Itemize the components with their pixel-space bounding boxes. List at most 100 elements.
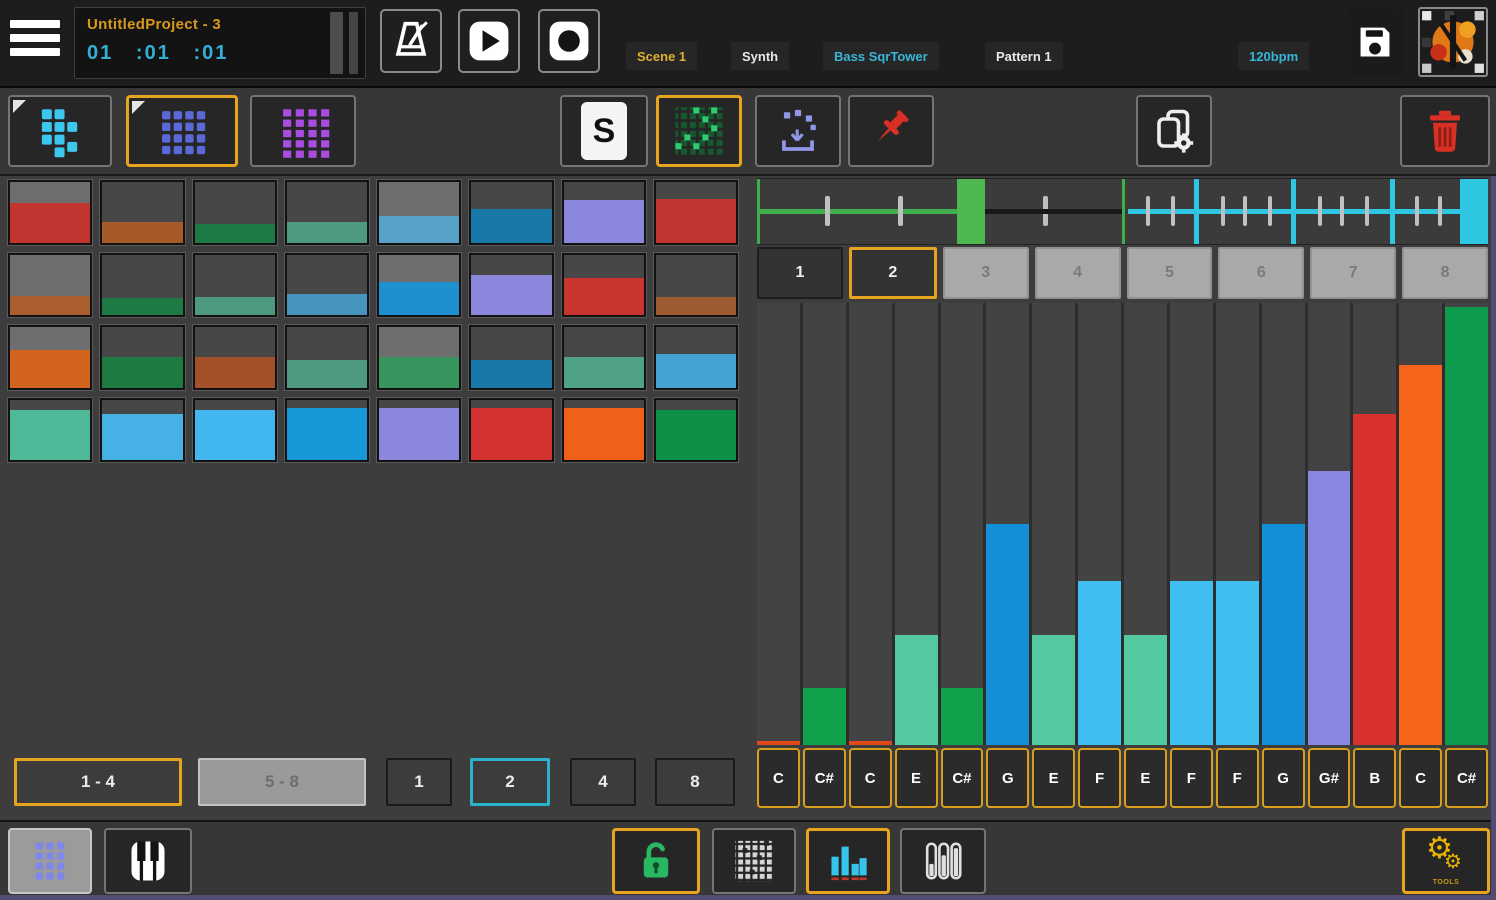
pad-32[interactable]: [654, 398, 738, 463]
bar-select-button-3[interactable]: 3: [943, 247, 1029, 299]
bar-range-button-4[interactable]: 4: [570, 758, 636, 806]
velocity-column-14[interactable]: [1353, 303, 1396, 745]
bar-select-button-1[interactable]: 1: [757, 247, 843, 299]
velocity-column-5[interactable]: [941, 303, 984, 745]
velocity-column-11[interactable]: [1216, 303, 1259, 745]
pads-panel-button[interactable]: [8, 828, 92, 894]
note-label-4[interactable]: E: [895, 748, 938, 808]
save-button[interactable]: [1346, 8, 1404, 76]
note-label-14[interactable]: B: [1353, 748, 1396, 808]
play-button[interactable]: [458, 9, 520, 73]
bar-range-button-2[interactable]: 2: [470, 758, 550, 806]
velocity-column-16[interactable]: [1445, 303, 1488, 745]
note-label-6[interactable]: G: [986, 748, 1029, 808]
pad-13[interactable]: [377, 253, 461, 318]
pad-9[interactable]: [8, 253, 92, 318]
note-label-15[interactable]: C: [1399, 748, 1442, 808]
record-button[interactable]: [538, 9, 600, 73]
bar-select-button-2[interactable]: 2: [849, 247, 937, 299]
lock-button[interactable]: [612, 828, 700, 894]
note-label-9[interactable]: E: [1124, 748, 1167, 808]
pad-17[interactable]: [8, 325, 92, 390]
pad-27[interactable]: [193, 398, 277, 463]
keyboard-panel-button[interactable]: [104, 828, 192, 894]
pad-30[interactable]: [469, 398, 553, 463]
note-label-5[interactable]: C#: [941, 748, 984, 808]
menu-button[interactable]: [10, 20, 60, 66]
note-label-2[interactable]: C#: [803, 748, 846, 808]
pattern-chip[interactable]: Pattern 1: [985, 42, 1063, 70]
velocity-column-10[interactable]: [1170, 303, 1213, 745]
bar-range-button-8[interactable]: 8: [655, 758, 735, 806]
timeline-playhead[interactable]: [957, 179, 985, 244]
pad-15[interactable]: [562, 253, 646, 318]
note-label-3[interactable]: C: [849, 748, 892, 808]
velocity-column-9[interactable]: [1124, 303, 1167, 745]
tools-button[interactable]: ⚙⚙ TOOLS: [1402, 828, 1490, 894]
bar-select-button-7[interactable]: 7: [1310, 247, 1396, 299]
copy-settings-button[interactable]: [1136, 95, 1212, 167]
velocity-column-3[interactable]: [849, 303, 892, 745]
delete-button[interactable]: [1400, 95, 1490, 167]
pad-23[interactable]: [562, 325, 646, 390]
pad-19[interactable]: [193, 325, 277, 390]
note-label-10[interactable]: F: [1170, 748, 1213, 808]
velocity-column-6[interactable]: [986, 303, 1029, 745]
position-timeline[interactable]: [757, 178, 1488, 245]
scene-chip[interactable]: Scene 1: [626, 42, 697, 70]
pad-3[interactable]: [193, 180, 277, 245]
note-label-8[interactable]: F: [1078, 748, 1121, 808]
velocity-column-2[interactable]: [803, 303, 846, 745]
velocity-column-4[interactable]: [895, 303, 938, 745]
metronome-button[interactable]: [380, 9, 442, 73]
pad-1[interactable]: [8, 180, 92, 245]
drum-columns-tab[interactable]: [250, 95, 356, 167]
bar-range-button-5-8[interactable]: 5 - 8: [198, 758, 366, 806]
synth-chip[interactable]: Synth: [731, 42, 789, 70]
note-collect-button[interactable]: [755, 95, 841, 167]
velocity-column-8[interactable]: [1078, 303, 1121, 745]
pad-26[interactable]: [100, 398, 184, 463]
pattern-overview-toggle[interactable]: [656, 95, 742, 167]
pad-21[interactable]: [377, 325, 461, 390]
velocity-column-7[interactable]: [1032, 303, 1075, 745]
pad-2[interactable]: [100, 180, 184, 245]
project-display[interactable]: UntitledProject - 3 01 :01 :01: [74, 7, 366, 79]
bar-select-button-5[interactable]: 5: [1127, 247, 1213, 299]
bar-select-button-8[interactable]: 8: [1402, 247, 1488, 299]
note-label-12[interactable]: G: [1262, 748, 1305, 808]
solo-button[interactable]: S: [560, 95, 648, 167]
track-name-chip[interactable]: Bass SqrTower: [823, 42, 939, 70]
bar-range-button-1[interactable]: 1: [386, 758, 452, 806]
pad-6[interactable]: [469, 180, 553, 245]
pad-8[interactable]: [654, 180, 738, 245]
pad-31[interactable]: [562, 398, 646, 463]
app-logo[interactable]: [1418, 7, 1488, 77]
note-label-13[interactable]: G#: [1308, 748, 1351, 808]
step-pattern-view-button[interactable]: [712, 828, 796, 894]
pad-24[interactable]: [654, 325, 738, 390]
note-label-1[interactable]: C: [757, 748, 800, 808]
velocity-column-1[interactable]: [757, 303, 800, 745]
pad-12[interactable]: [285, 253, 369, 318]
level-bars-view-button[interactable]: [900, 828, 986, 894]
velocity-column-12[interactable]: [1262, 303, 1305, 745]
step-grid-tab[interactable]: [126, 95, 238, 167]
note-label-7[interactable]: E: [1032, 748, 1075, 808]
pad-16[interactable]: [654, 253, 738, 318]
bpm-chip[interactable]: 120bpm: [1238, 42, 1309, 70]
note-label-11[interactable]: F: [1216, 748, 1259, 808]
pad-29[interactable]: [377, 398, 461, 463]
pad-18[interactable]: [100, 325, 184, 390]
pad-28[interactable]: [285, 398, 369, 463]
velocity-column-15[interactable]: [1399, 303, 1442, 745]
pad-4[interactable]: [285, 180, 369, 245]
pad-5[interactable]: [377, 180, 461, 245]
pad-22[interactable]: [469, 325, 553, 390]
pad-7[interactable]: [562, 180, 646, 245]
bar-range-button-1-4[interactable]: 1 - 4: [14, 758, 182, 806]
bar-select-button-6[interactable]: 6: [1218, 247, 1304, 299]
pad-14[interactable]: [469, 253, 553, 318]
pin-button[interactable]: [848, 95, 934, 167]
pad-20[interactable]: [285, 325, 369, 390]
